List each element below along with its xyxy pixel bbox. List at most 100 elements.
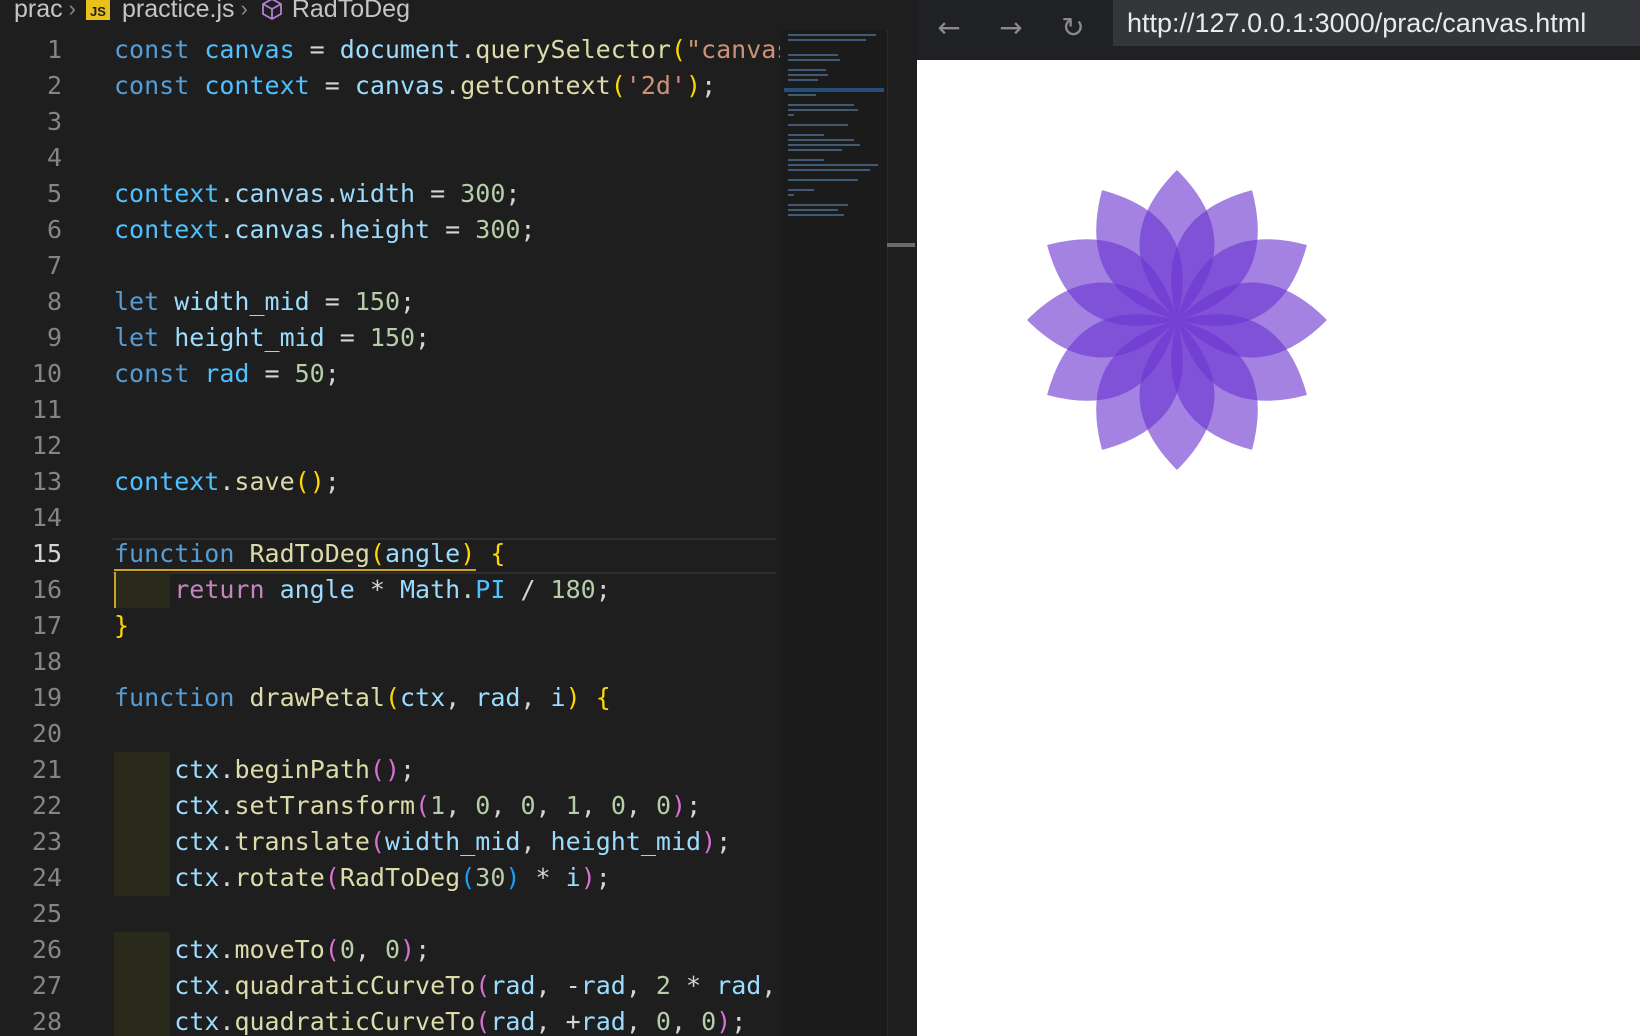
code-token: canvas [234,215,325,244]
code-text[interactable]: const canvas = document.querySelector("c… [114,32,806,68]
code-line[interactable]: 21 ctx.beginPath(); [0,752,780,788]
code-token: ; [415,323,431,352]
code-token: ; [595,575,611,604]
breadcrumb-folder[interactable]: prac [14,0,63,24]
code-text[interactable]: function drawPetal(ctx, rad, i) { [114,680,611,716]
back-arrow-icon[interactable]: ← [929,8,969,48]
code-token: = [415,179,461,208]
code-text[interactable]: const rad = 50; [114,356,340,392]
minimap-line [788,114,794,116]
code-line[interactable]: 16 return angle * Math.PI / 180; [0,572,780,608]
minimap-line [788,59,840,61]
code-line[interactable]: 26 ctx.moveTo(0, 0); [0,932,780,968]
code-text[interactable]: context.save(); [114,464,340,500]
code-token: ctx [174,755,220,784]
editor-scrollbar[interactable] [887,30,917,1036]
code-token: ; [731,1007,747,1036]
code-token: ( [369,827,385,856]
code-token: canvas [204,35,295,64]
code-line[interactable]: 12 [0,428,780,464]
code-text[interactable]: let width_mid = 150; [114,284,415,320]
code-token: ( [460,863,476,892]
code-text[interactable]: } [114,608,129,644]
code-line[interactable]: 24 ctx.rotate(RadToDeg(30) * i); [0,860,780,896]
code-line[interactable]: 15 function RadToDeg(angle) { [0,536,780,574]
code-line[interactable]: 27 ctx.quadraticCurveTo(rad, -rad, 2 * r… [0,968,806,1004]
code-line[interactable]: 25 [0,896,780,932]
minimap-line [788,214,844,216]
forward-arrow-icon[interactable]: → [991,8,1031,48]
code-token: 0 [384,935,401,964]
code-token: width [339,179,416,208]
code-line[interactable]: 22 ctx.setTransform(1, 0, 0, 1, 0, 0); [0,788,780,824]
code-line[interactable]: 8 let width_mid = 150; [0,284,780,320]
code-line[interactable]: 7 [0,248,780,284]
code-line[interactable]: 6 context.canvas.height = 300; [0,212,780,248]
code-token: ; [595,863,611,892]
code-token: ; [686,791,702,820]
code-token: , [445,791,476,820]
code-lines[interactable]: 1 const canvas = document.querySelector("… [0,32,806,1036]
code-token: . [219,179,235,208]
code-line[interactable]: 5 context.canvas.width = 300; [0,176,780,212]
code-line[interactable]: 17} [0,608,780,644]
code-text[interactable]: ctx.moveTo(0, 0); [114,932,430,968]
minimap-line [788,109,858,111]
line-number: 5 [46,179,62,208]
code-token: 50 [294,359,325,388]
code-token: , [625,1007,656,1036]
code-line[interactable]: 11 [0,392,780,428]
line-number: 23 [31,827,62,856]
code-token: canvas [354,71,446,100]
editor-scroll-thumb[interactable] [887,243,915,247]
code-line[interactable]: 28 ctx.quadraticCurveTo(rad, +rad, 0, 0)… [0,1004,780,1036]
code-token: context [114,467,220,496]
code-token: quadraticCurveTo [234,971,476,1000]
code-token: = [309,71,355,100]
code-token: ) [460,539,476,568]
code-text[interactable]: context.canvas.height = 300; [114,212,535,248]
code-line[interactable]: 14 [0,500,780,536]
code-token: , [535,791,566,820]
code-token: ) [686,71,702,100]
breadcrumb-file[interactable]: practice.js [122,0,235,24]
code-text[interactable]: function RadToDeg(angle) { [114,536,505,572]
code-token: , [670,1007,702,1036]
code-token: , [520,827,551,856]
code-line[interactable]: 18 [0,644,780,680]
code-token: rad [490,1007,536,1036]
code-line[interactable]: 13 context.save(); [0,464,780,500]
reload-icon[interactable]: ↻ [1053,8,1093,48]
code-editor[interactable]: prac › JS practice.js › RadToDeg 1 const … [0,0,917,1036]
code-token: 1 [430,791,446,820]
code-text[interactable]: ctx.beginPath(); [114,752,415,788]
code-text[interactable]: ctx.quadraticCurveTo(rad, +rad, 0, 0); [114,1004,746,1036]
code-line[interactable]: 20 [0,716,780,752]
code-text[interactable]: let height_mid = 150; [114,320,430,356]
code-line[interactable]: 23 ctx.translate(width_mid, height_mid); [0,824,780,860]
code-text[interactable]: const context = canvas.getContext('2d'); [114,68,716,104]
code-text[interactable]: ctx.setTransform(1, 0, 0, 1, 0, 0); [114,788,701,824]
code-text[interactable]: return angle * Math.PI / 180; [114,572,611,608]
code-text[interactable]: context.canvas.width = 300; [114,176,520,212]
code-line[interactable]: 2 const context = canvas.getContext('2d')… [0,68,780,104]
code-text[interactable]: ctx.translate(width_mid, height_mid); [114,824,731,860]
code-token: i [565,863,581,892]
line-number: 21 [31,755,62,784]
breadcrumb-symbol[interactable]: RadToDeg [292,0,410,24]
code-line[interactable]: 4 [0,140,780,176]
minimap-line [788,104,854,106]
code-text[interactable]: ctx.quadraticCurveTo(rad, -rad, 2 * rad,… [114,968,806,1004]
code-line[interactable]: 1 const canvas = document.querySelector("… [0,32,806,68]
code-token: const [114,71,205,100]
code-token: rad [204,359,250,388]
code-line[interactable]: 3 [0,104,780,140]
code-text[interactable]: ctx.rotate(RadToDeg(30) * i); [114,860,611,896]
code-line[interactable]: 19 function drawPetal(ctx, rad, i) { [0,680,780,716]
code-line[interactable]: 9 let height_mid = 150; [0,320,780,356]
code-line[interactable]: 10 const rad = 50; [0,356,780,392]
address-bar[interactable]: http://127.0.0.1:3000/prac/canvas.html [1113,0,1640,46]
code-token: height_mid [550,827,702,856]
code-token: . [219,827,235,856]
minimap[interactable] [780,30,887,1036]
